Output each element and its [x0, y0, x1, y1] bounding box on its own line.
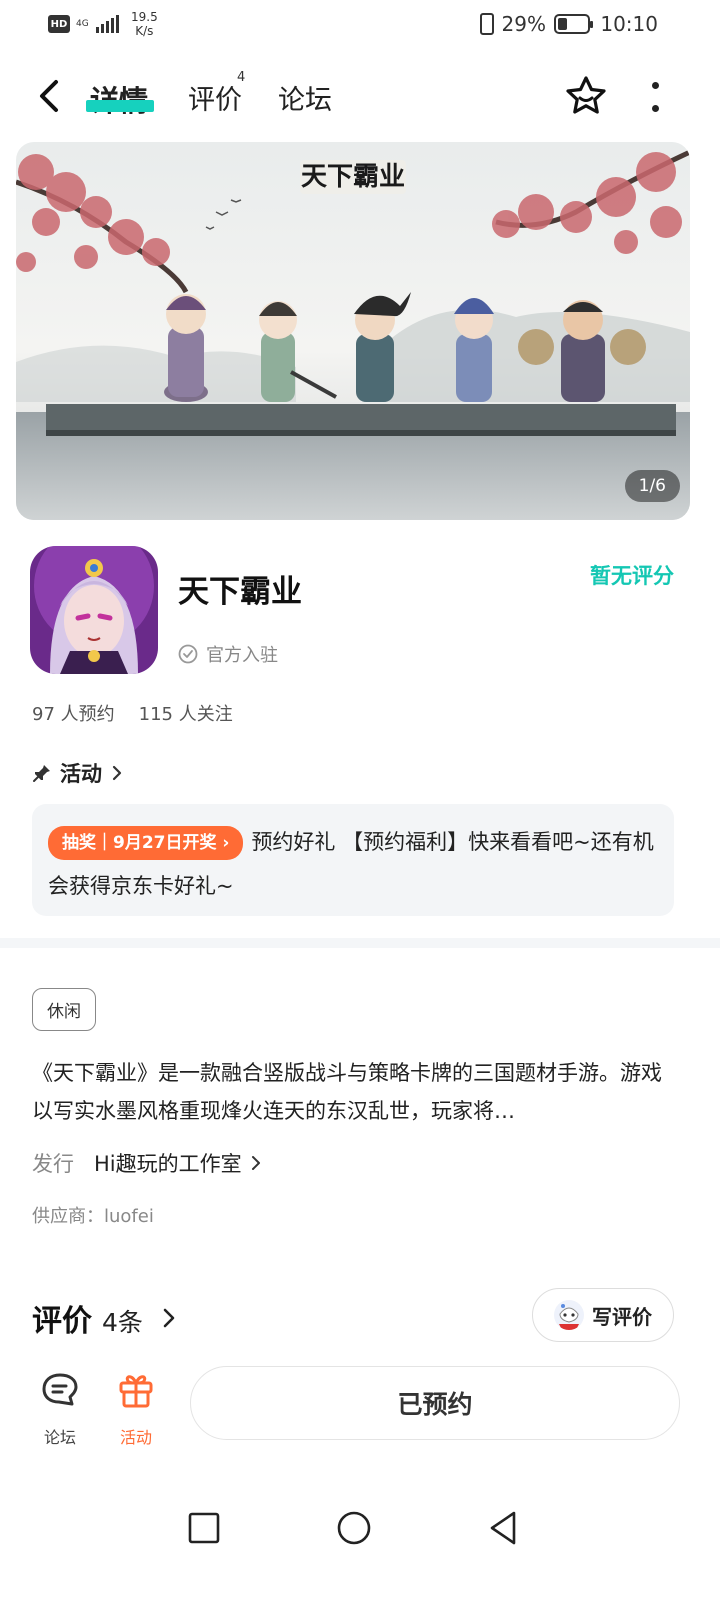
activity-card[interactable]: 抽奖｜9月27日开奖 › 预约好礼 【预约福利】快来看看吧~还有机会获得京东卡好礼… [32, 804, 674, 916]
reviews-title: 评价 [32, 1304, 92, 1339]
vibrate-icon [479, 13, 494, 35]
tab-reviews[interactable]: 评价 [188, 78, 242, 117]
status-bar: HD 4G 19.5 K/s 29% 10:10 [0, 0, 720, 50]
write-review-label: 写评价 [592, 1304, 652, 1329]
status-right: 29% [479, 12, 593, 36]
clock-time: 10:10 [600, 12, 658, 36]
tab-active-indicator [86, 100, 154, 112]
lottery-tag-label: 抽奖｜9月27日开奖 [62, 833, 217, 853]
follower-count: 115 人关注 [138, 704, 233, 725]
top-nav: 详情 评价 4 论坛 [0, 56, 720, 136]
reviews-count: 4条 [102, 1308, 143, 1337]
official-badge: 官方入驻 [178, 641, 278, 667]
activity-section-header[interactable]: 活动 [32, 758, 124, 788]
tab-details[interactable]: 详情 [90, 78, 148, 120]
home-icon[interactable] [334, 1508, 374, 1548]
recent-apps-icon[interactable] [184, 1508, 224, 1548]
chevron-right-icon [163, 1308, 175, 1328]
publisher-label: 发行 [32, 1152, 74, 1176]
status-left: HD 4G 19.5 K/s [48, 10, 158, 38]
reviews-count-badge: 4 [237, 70, 246, 85]
speed-value: 19.5 [131, 10, 158, 24]
official-label: 官方入驻 [206, 645, 278, 666]
chevron-right-icon [112, 765, 122, 781]
reserved-button[interactable]: 已预约 [190, 1366, 680, 1440]
section-divider [0, 938, 720, 948]
activity-label: 活动 [119, 1428, 152, 1447]
game-app-icon [30, 546, 158, 674]
write-review-button[interactable]: 写评价 [532, 1288, 674, 1342]
banner-logo-text: 天下霸业 [300, 162, 405, 192]
chevron-right-icon [251, 1156, 260, 1170]
mascot-avatar [554, 1300, 584, 1330]
rating-status: 暂无评分 [590, 564, 674, 588]
back-icon[interactable] [34, 76, 64, 116]
hd-indicator: HD [48, 15, 70, 33]
signal-icon [96, 15, 119, 33]
activity-shortcut[interactable]: 活动 [106, 1370, 166, 1448]
activity-heading: 活动 [60, 762, 102, 786]
publisher-link[interactable]: Hi趣玩的工作室 [94, 1148, 262, 1178]
forum-shortcut[interactable]: 论坛 [30, 1370, 90, 1448]
pin-icon [33, 765, 50, 782]
battery-fill [558, 18, 568, 30]
network-speed: 19.5 K/s [131, 10, 158, 38]
screenshot-carousel[interactable]: 1/6 天下霸业 [16, 142, 690, 520]
reservation-count: 97 人预约 [32, 704, 115, 725]
banner-artwork [16, 142, 690, 520]
battery-percent: 29% [501, 12, 546, 36]
game-description[interactable]: 《天下霸业》是一款融合竖版战斗与策略卡牌的三国题材手游。游戏以写实水墨风格重现烽… [32, 1054, 672, 1130]
forum-chat-icon [42, 1373, 78, 1406]
more-options-icon[interactable] [648, 82, 662, 112]
system-navigation-bar [0, 1490, 720, 1570]
favorite-star-icon[interactable] [564, 74, 608, 118]
supplier-info: 供应商：luofei [32, 1206, 154, 1227]
clock: 10:10 [600, 12, 658, 36]
gift-icon [119, 1375, 153, 1408]
carousel-page-indicator: 1/6 [624, 470, 680, 502]
lottery-tag[interactable]: 抽奖｜9月27日开奖 › [48, 826, 244, 860]
forum-label: 论坛 [43, 1428, 76, 1447]
game-title: 天下霸业 [178, 574, 302, 610]
category-tag[interactable]: 休闲 [32, 988, 96, 1031]
speed-unit: K/s [135, 24, 154, 38]
publisher-name: Hi趣玩的工作室 [94, 1152, 242, 1176]
battery-icon [554, 14, 593, 34]
reviews-header[interactable]: 评价 4条 [32, 1296, 177, 1340]
tab-forum[interactable]: 论坛 [278, 78, 332, 117]
publisher-row[interactable]: 发行 Hi趣玩的工作室 [32, 1148, 262, 1178]
back-nav-icon[interactable] [484, 1508, 524, 1548]
network-type: 4G [76, 18, 89, 29]
verified-check-icon [178, 644, 198, 664]
game-stats: 97 人预约 115 人关注 [32, 700, 233, 726]
bottom-action-bar: 论坛 活动 已预约 [0, 1356, 720, 1466]
